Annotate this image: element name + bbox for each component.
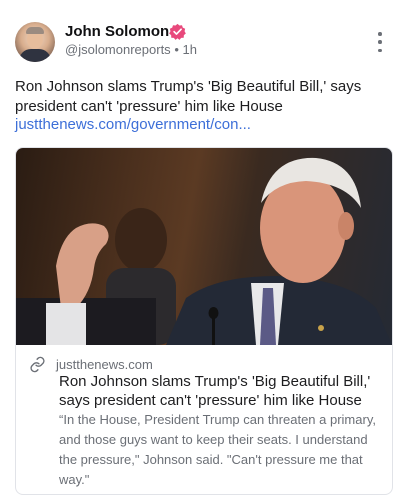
link-card[interactable]: justthenews.com Ron Johnson slams Trump'… (15, 147, 393, 495)
author-handle[interactable]: @jsolomonreports (65, 42, 171, 57)
verified-badge-icon (169, 23, 186, 40)
post: John Solomon @jsolomonreports • 1h Ron J… (0, 0, 408, 500)
avatar[interactable] (15, 22, 55, 62)
link-card-description: “In the House, President Trump can threa… (59, 412, 376, 487)
author-handle-and-time: @jsolomonreports • 1h (65, 42, 197, 57)
post-text: Ron Johnson slams Trump's 'Big Beautiful… (15, 78, 362, 115)
link-card-image[interactable] (16, 148, 392, 345)
post-link[interactable]: justthenews.com/government/con... (15, 116, 251, 133)
time-separator: • (174, 42, 179, 57)
link-card-domain-row: justthenews.com (29, 355, 153, 373)
post-time: 1h (182, 42, 197, 57)
link-card-title[interactable]: Ron Johnson slams Trump's 'Big Beautiful… (59, 372, 384, 410)
link-card-domain: justthenews.com (56, 356, 153, 372)
author-name[interactable]: John Solomon (65, 23, 169, 40)
more-vertical-icon[interactable] (374, 32, 386, 52)
link-icon (30, 356, 45, 372)
